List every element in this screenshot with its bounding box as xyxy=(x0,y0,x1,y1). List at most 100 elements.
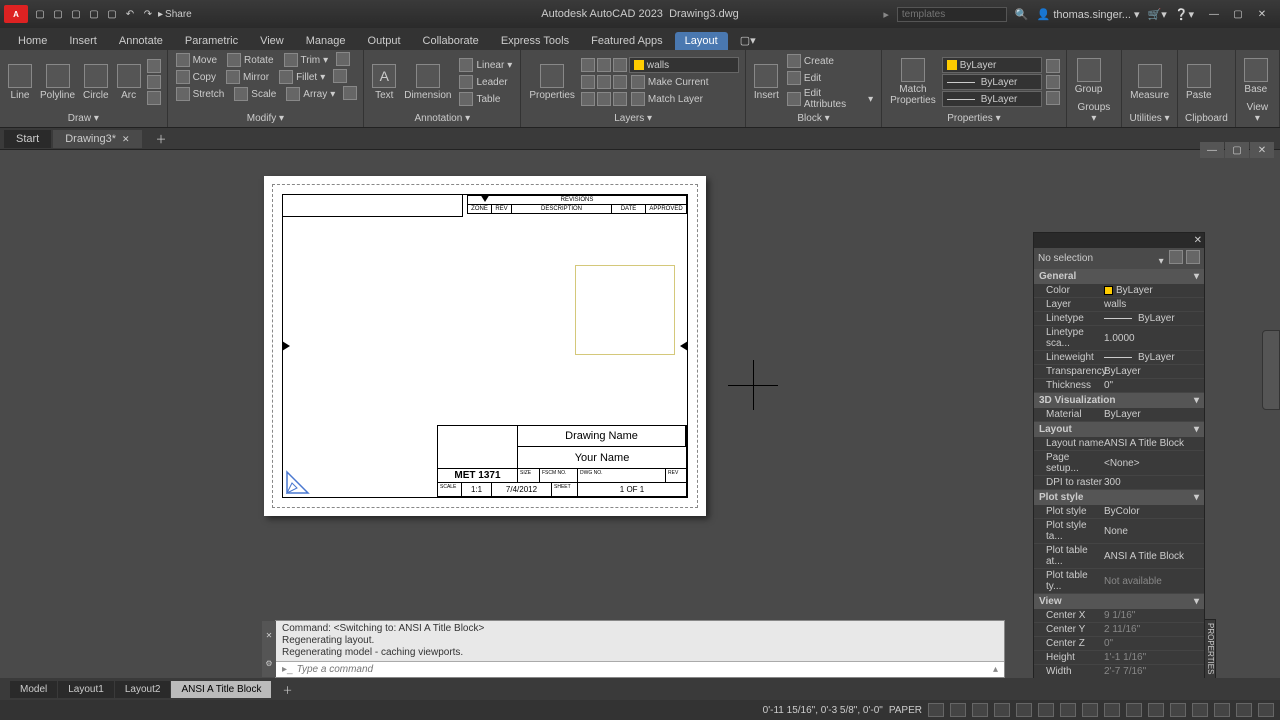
open-icon[interactable]: ▢ xyxy=(50,6,66,22)
scale-button[interactable]: Scale xyxy=(232,86,278,102)
layer-icon[interactable] xyxy=(613,75,627,89)
command-handle[interactable]: ✕⚙ xyxy=(262,621,276,677)
plot-icon[interactable]: ▢ xyxy=(104,6,120,22)
viewport-close[interactable]: ✕ xyxy=(1250,142,1274,158)
units-toggle[interactable] xyxy=(1170,703,1186,717)
prop-linetype[interactable]: ByLayer xyxy=(1104,313,1204,324)
layer-icon[interactable] xyxy=(581,92,595,106)
isolate-objects[interactable] xyxy=(1214,703,1230,717)
color-dropdown[interactable]: ByLayer xyxy=(942,57,1042,73)
prop-color[interactable]: ByLayer xyxy=(1104,285,1204,296)
save-icon[interactable]: ▢ xyxy=(68,6,84,22)
properties-tab-label[interactable]: PROPERTIES xyxy=(1204,619,1216,679)
paste-button[interactable]: Paste xyxy=(1184,62,1214,103)
make-current-button[interactable]: Make Current xyxy=(629,74,711,90)
prop-center-x[interactable]: 9 1/16" xyxy=(1104,610,1204,621)
close-icon[interactable]: ✕ xyxy=(122,134,130,144)
prop-plot-type[interactable]: Not available xyxy=(1104,570,1204,592)
copy-button[interactable]: Copy xyxy=(174,69,218,85)
prop-icon[interactable] xyxy=(1046,91,1060,105)
coordinates-display[interactable]: 0'-11 15/16", 0'-3 5/8", 0'-0" xyxy=(763,705,883,716)
layer-state-icon[interactable] xyxy=(597,58,611,72)
help-icon[interactable]: ❔▾ xyxy=(1175,8,1194,21)
viewport[interactable] xyxy=(575,265,675,355)
layer-icon[interactable] xyxy=(581,75,595,89)
prop-ltscale[interactable]: 1.0000 xyxy=(1104,327,1204,349)
user-menu[interactable]: 👤 thomas.singer... ▾ xyxy=(1037,8,1140,21)
layer-icon[interactable] xyxy=(597,75,611,89)
new-layout-button[interactable]: ＋ xyxy=(272,679,302,700)
match-properties-button[interactable]: Match Properties xyxy=(888,56,938,108)
layout-tab-model[interactable]: Model xyxy=(10,681,57,698)
linear-button[interactable]: Linear ▾ xyxy=(457,57,514,73)
draw-misc-icon[interactable] xyxy=(147,91,161,105)
tab-home[interactable]: Home xyxy=(8,32,57,50)
share-button[interactable]: ▸Share xyxy=(158,6,192,22)
trim-button[interactable]: Trim ▾ xyxy=(282,52,331,68)
quick-select-icon[interactable] xyxy=(1186,250,1200,264)
panel-title[interactable]: Block ▾ xyxy=(752,112,875,125)
annotation-monitor[interactable] xyxy=(1148,703,1164,717)
command-expand-icon[interactable]: ▴ xyxy=(993,664,998,675)
measure-button[interactable]: Measure xyxy=(1128,62,1171,103)
properties-palette[interactable]: ✕ No selection ▾ General▾ ColorByLayer L… xyxy=(1033,232,1205,680)
mirror-button[interactable]: Mirror xyxy=(224,69,271,85)
tab-layout[interactable]: Layout xyxy=(675,32,728,50)
layout-tab-ansi[interactable]: ANSI A Title Block xyxy=(171,681,271,698)
tab-featured-apps[interactable]: Featured Apps xyxy=(581,32,673,50)
layer-dropdown[interactable]: walls xyxy=(629,57,739,73)
panel-title[interactable]: Annotation ▾ xyxy=(370,112,514,125)
tab-parametric[interactable]: Parametric xyxy=(175,32,248,50)
prop-material[interactable]: ByLayer xyxy=(1104,409,1204,420)
layer-properties-button[interactable]: Properties xyxy=(527,62,577,103)
fillet-button[interactable]: Fillet ▾ xyxy=(277,69,327,85)
viewport-minimize[interactable]: — xyxy=(1200,142,1224,158)
new-tab-button[interactable]: ＋ xyxy=(144,128,179,150)
panel-title[interactable]: Draw ▾ xyxy=(6,112,161,125)
move-button[interactable]: Move xyxy=(174,52,219,68)
command-input[interactable] xyxy=(297,664,989,675)
tab-output[interactable]: Output xyxy=(358,32,411,50)
cat-plot[interactable]: Plot style▾ xyxy=(1034,490,1204,505)
cat-general[interactable]: General▾ xyxy=(1034,269,1204,284)
prop-layer[interactable]: walls xyxy=(1104,299,1204,310)
prop-plot-style[interactable]: ByColor xyxy=(1104,506,1204,517)
group-button[interactable]: Group xyxy=(1073,56,1105,97)
prop-thickness[interactable]: 0" xyxy=(1104,380,1204,391)
navigation-bar[interactable] xyxy=(1262,330,1280,410)
prop-height[interactable]: 1'-1 1/16" xyxy=(1104,652,1204,663)
insert-button[interactable]: Insert xyxy=(752,62,781,103)
draw-misc-icon[interactable] xyxy=(147,75,161,89)
annotation-scale[interactable] xyxy=(1104,703,1120,717)
transparency-toggle[interactable] xyxy=(1082,703,1098,717)
layer-icon[interactable] xyxy=(613,92,627,106)
panel-title[interactable]: Utilities ▾ xyxy=(1128,112,1171,125)
layer-state-icon[interactable] xyxy=(581,58,595,72)
search-input[interactable] xyxy=(897,7,1007,22)
panel-title[interactable]: Layers ▾ xyxy=(527,112,739,125)
search-caret-icon[interactable]: ▸ xyxy=(883,8,889,21)
table-button[interactable]: Table xyxy=(457,91,514,107)
prop-page-setup[interactable]: <None> xyxy=(1104,452,1204,474)
otrack-toggle[interactable] xyxy=(1038,703,1054,717)
panel-title[interactable]: Properties ▾ xyxy=(888,112,1060,125)
command-window[interactable]: ✕⚙ Command: <Switching to: ANSI A Title … xyxy=(275,620,1005,678)
tab-view[interactable]: View xyxy=(250,32,294,50)
lineweight-toggle[interactable] xyxy=(1060,703,1076,717)
grid-toggle[interactable] xyxy=(928,703,944,717)
offset-icon[interactable] xyxy=(343,86,357,100)
workspace-switch[interactable] xyxy=(1126,703,1142,717)
tab-insert[interactable]: Insert xyxy=(59,32,107,50)
linetype-dropdown[interactable]: ByLayer xyxy=(942,91,1042,107)
cat-view[interactable]: View▾ xyxy=(1034,594,1204,609)
match-layer-button[interactable]: Match Layer xyxy=(629,91,705,107)
maximize-button[interactable]: ▢ xyxy=(1226,6,1250,22)
prop-icon[interactable] xyxy=(1046,75,1060,89)
undo-icon[interactable]: ↶ xyxy=(122,6,138,22)
polar-toggle[interactable] xyxy=(994,703,1010,717)
redo-icon[interactable]: ↷ xyxy=(140,6,156,22)
prop-lineweight[interactable]: ByLayer xyxy=(1104,352,1204,363)
prop-center-y[interactable]: 2 11/16" xyxy=(1104,624,1204,635)
layer-state-icon[interactable] xyxy=(613,58,627,72)
prop-layout-name[interactable]: ANSI A Title Block xyxy=(1104,438,1204,449)
